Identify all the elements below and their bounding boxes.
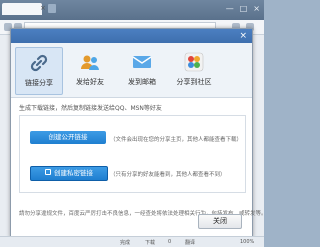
status-bar: 完成 下载 0 翻译 100%: [0, 236, 264, 247]
share-dialog: × 链接分享 发给好友 发到邮箱 分享到社区 生成下载链接，然后复制链接发送给Q…: [10, 28, 267, 238]
share-description: 生成下载链接，然后复制链接发送给QQ、MSN等好友: [19, 105, 162, 112]
minimize-icon[interactable]: —: [226, 4, 234, 13]
community-icon: [184, 52, 204, 72]
status-count: 0: [168, 239, 172, 245]
browser-tab[interactable]: ×: [2, 3, 46, 15]
tab-send-email[interactable]: 发到邮箱: [119, 47, 165, 93]
tab-send-friends[interactable]: 发给好友: [67, 47, 113, 93]
lock-icon: [45, 169, 51, 175]
close-button[interactable]: 关闭: [198, 214, 242, 229]
zoom-level[interactable]: 100%: [240, 239, 254, 245]
share-nav: 链接分享 发给好友 发到邮箱 分享到社区: [11, 43, 252, 98]
tab-send-email-label: 发到邮箱: [128, 78, 156, 86]
tab-close-icon[interactable]: ×: [40, 4, 46, 12]
dialog-close-icon[interactable]: ×: [239, 30, 247, 42]
window-controls: — □ ×: [226, 4, 260, 13]
window-close-icon[interactable]: ×: [253, 4, 260, 13]
tab-share-community-label: 分享到社区: [176, 78, 212, 86]
tab-send-friends-label: 发给好友: [76, 78, 104, 86]
create-private-link-button[interactable]: 创建私密链接: [30, 166, 108, 181]
tab-link-share-label: 链接分享: [25, 79, 53, 87]
mail-icon: [132, 56, 152, 68]
tab-link-share[interactable]: 链接分享: [15, 47, 63, 95]
create-private-link-label: 创建私密链接: [54, 169, 93, 177]
status-done: 完成: [120, 240, 131, 246]
link-options: 创建公开链接 （文件会出现在您的分享主页，其他人都能查看下载） 创建私密链接 （…: [19, 115, 246, 193]
private-link-description: （只有分享的好友能看到，其他人都查看不到）: [110, 172, 226, 178]
dialog-titlebar: ×: [11, 29, 252, 43]
tab-share-community[interactable]: 分享到社区: [171, 47, 217, 93]
maximize-icon[interactable]: □: [240, 4, 248, 13]
link-icon: [30, 54, 48, 72]
friends-icon: [81, 55, 99, 70]
create-public-link-button[interactable]: 创建公开链接: [30, 131, 106, 144]
public-link-description: （文件会出现在您的分享主页，其他人都能查看下载）: [110, 137, 243, 143]
browser-titlebar: × — □ ×: [0, 0, 264, 20]
status-translate[interactable]: 翻译: [185, 239, 195, 246]
status-download[interactable]: 下载: [145, 239, 155, 246]
new-tab-button[interactable]: [48, 4, 56, 13]
